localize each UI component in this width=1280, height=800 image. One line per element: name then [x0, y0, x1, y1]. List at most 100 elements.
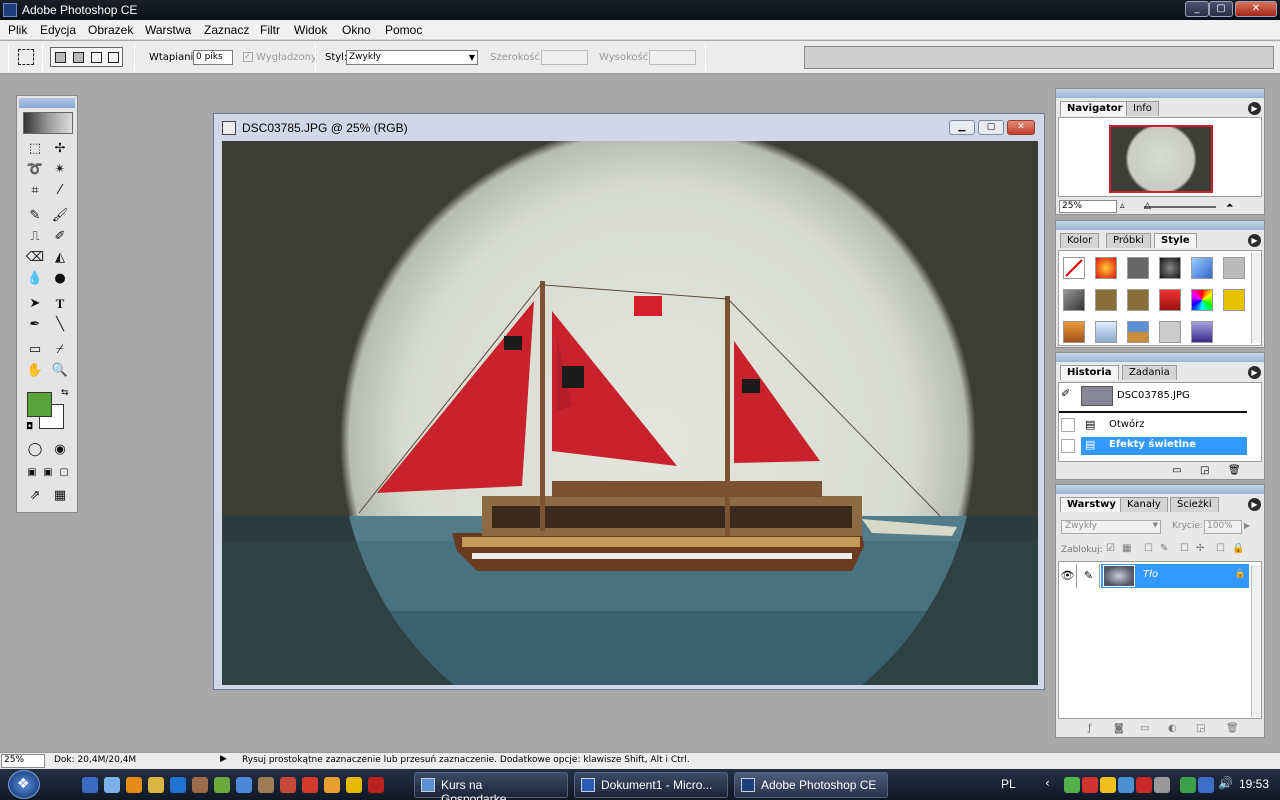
- tray-icon-6[interactable]: [1154, 777, 1170, 793]
- tray-icon-4[interactable]: [1118, 777, 1134, 793]
- swap-colors-icon[interactable]: ⇆: [61, 388, 69, 398]
- style-swatch-14[interactable]: [1095, 321, 1117, 343]
- menu-pomoc[interactable]: Pomoc: [385, 23, 422, 37]
- new-selection-icon[interactable]: [55, 52, 66, 63]
- tab-sciezki[interactable]: Ścieżki: [1170, 497, 1219, 512]
- eraser-tool-icon[interactable]: ⌫: [24, 248, 46, 268]
- feather-input[interactable]: 0 piks: [193, 50, 233, 65]
- lock-all-checkbox-icon[interactable]: ☐: [1216, 543, 1225, 554]
- layer-name[interactable]: Tło: [1143, 569, 1158, 580]
- clone-stamp-icon[interactable]: ⎍: [24, 227, 46, 247]
- menu-okno[interactable]: Okno: [342, 23, 371, 37]
- chrome-icon[interactable]: [346, 777, 362, 793]
- quicklaunch-icon-8[interactable]: [236, 777, 252, 793]
- crop-tool-icon[interactable]: ⌗: [24, 181, 46, 201]
- lock-brush-icon[interactable]: ✎: [1160, 543, 1168, 554]
- internet-explorer-icon[interactable]: [170, 777, 186, 793]
- doc-maximize-button[interactable]: ▢: [978, 120, 1004, 135]
- style-swatch-7[interactable]: [1063, 289, 1085, 311]
- width-input[interactable]: [541, 50, 588, 65]
- imageready-icon[interactable]: ▦: [49, 486, 71, 506]
- navigator-panel-header[interactable]: [1056, 89, 1264, 98]
- history-item-selected[interactable]: ▤ Efekty świetlne: [1081, 437, 1247, 455]
- start-button[interactable]: ❖: [8, 770, 40, 799]
- explorer-quicklaunch-icon[interactable]: [104, 777, 120, 793]
- navigator-zoom-input[interactable]: 25%: [1059, 200, 1117, 213]
- layers-menu-arrow-icon[interactable]: ▶: [1248, 498, 1261, 511]
- new-layer-icon[interactable]: ◲: [1196, 723, 1205, 734]
- style-swatch-16[interactable]: [1159, 321, 1181, 343]
- history-menu-arrow-icon[interactable]: ▶: [1248, 366, 1261, 379]
- clock[interactable]: 19:53: [1239, 777, 1269, 791]
- style-swatch-8[interactable]: [1095, 289, 1117, 311]
- tab-probki[interactable]: Próbki: [1106, 233, 1151, 248]
- history-brush-icon[interactable]: ✐: [49, 227, 71, 247]
- adjustment-layer-icon[interactable]: ◐: [1168, 723, 1177, 734]
- tray-icon-2[interactable]: [1082, 777, 1098, 793]
- style-swatch-10[interactable]: [1159, 289, 1181, 311]
- tray-icon-5[interactable]: [1136, 777, 1152, 793]
- menu-plik[interactable]: Plik: [8, 23, 27, 37]
- status-zoom-input[interactable]: 25%: [1, 754, 45, 768]
- tab-zadania[interactable]: Zadania: [1122, 365, 1177, 380]
- zoom-slider[interactable]: [1144, 206, 1216, 208]
- style-swatch-13[interactable]: [1063, 321, 1085, 343]
- zoom-in-icon[interactable]: ⏶: [1226, 201, 1233, 211]
- language-indicator[interactable]: PL: [1001, 777, 1016, 791]
- history-brush-source-icon[interactable]: ✐: [1061, 387, 1070, 400]
- dodge-tool-icon[interactable]: ●: [49, 269, 71, 289]
- opacity-arrow-icon[interactable]: ▶: [1244, 521, 1250, 530]
- antialias-checkbox[interactable]: ✓: [243, 52, 253, 62]
- quicklaunch-icon-14[interactable]: [368, 777, 384, 793]
- new-document-from-state-icon[interactable]: ▭: [1172, 465, 1181, 476]
- add-selection-icon[interactable]: [73, 52, 84, 63]
- default-colors-icon[interactable]: ◘: [26, 422, 33, 432]
- history-snapshot-name[interactable]: DSC03785.JPG: [1117, 390, 1190, 401]
- eyedropper-icon[interactable]: ⌿: [49, 340, 71, 360]
- quicklaunch-icon-9[interactable]: [258, 777, 274, 793]
- hand-tool-icon[interactable]: ✋: [24, 361, 46, 381]
- rectangular-marquee-icon[interactable]: ⬚: [24, 139, 46, 159]
- style-swatch-3[interactable]: [1127, 257, 1149, 279]
- layer-thumbnail[interactable]: [1103, 565, 1135, 587]
- quicklaunch-icon-6[interactable]: [192, 777, 208, 793]
- style-swatch-11[interactable]: [1191, 289, 1213, 311]
- history-panel-header[interactable]: [1056, 353, 1264, 362]
- menu-warstwa[interactable]: Warstwa: [145, 23, 191, 37]
- path-selection-icon[interactable]: ➤: [24, 294, 46, 314]
- lock-image-icon[interactable]: ☐: [1144, 543, 1153, 554]
- standard-mode-icon[interactable]: ◯: [24, 440, 46, 460]
- layer-mask-icon[interactable]: ◙: [1114, 723, 1124, 734]
- navigator-thumbnail[interactable]: [1109, 125, 1213, 193]
- status-menu-arrow-icon[interactable]: ▶: [220, 754, 234, 768]
- adobe-feather-logo[interactable]: [23, 112, 73, 134]
- tray-expand-icon[interactable]: ‹: [1045, 776, 1050, 790]
- style-swatch-9[interactable]: [1127, 289, 1149, 311]
- blur-tool-icon[interactable]: 💧: [24, 269, 46, 289]
- style-swatch-17[interactable]: [1191, 321, 1213, 343]
- marquee-tool-preset-icon[interactable]: [18, 49, 34, 65]
- menu-zaznacz[interactable]: Zaznacz: [204, 23, 249, 37]
- foreground-color-swatch[interactable]: [27, 392, 52, 417]
- lock-all-icon[interactable]: 🔒: [1232, 543, 1244, 554]
- style-select[interactable]: Zwykły ▼: [346, 50, 478, 65]
- palette-well[interactable]: [804, 46, 1274, 69]
- tab-navigator[interactable]: Navigator: [1060, 101, 1130, 116]
- delete-layer-icon[interactable]: 🗑: [1226, 723, 1239, 734]
- taskbar-item-ie[interactable]: Kurs na Gospodarkę...: [414, 772, 568, 800]
- close-button[interactable]: ✕: [1235, 1, 1277, 17]
- slice-tool-icon[interactable]: ⁄: [49, 181, 71, 201]
- style-swatch-15[interactable]: [1127, 321, 1149, 343]
- lasso-tool-icon[interactable]: ➰: [24, 160, 46, 180]
- volume-icon[interactable]: 🔊: [1218, 776, 1233, 790]
- menu-filtr[interactable]: Filtr: [260, 23, 280, 37]
- menu-edycja[interactable]: Edycja: [40, 23, 76, 37]
- quicklaunch-icon-10[interactable]: [280, 777, 296, 793]
- notes-tool-icon[interactable]: ▭: [24, 340, 46, 360]
- quicklaunch-icon-7[interactable]: [214, 777, 230, 793]
- layers-panel-header[interactable]: [1056, 485, 1264, 494]
- layer-visibility-eye-icon[interactable]: 👁: [1059, 564, 1077, 588]
- lock-transparency-grid-icon[interactable]: ▦: [1122, 543, 1131, 554]
- tab-kanaly[interactable]: Kanały: [1120, 497, 1168, 512]
- screen-mode-full-icon[interactable]: ▢: [53, 463, 75, 483]
